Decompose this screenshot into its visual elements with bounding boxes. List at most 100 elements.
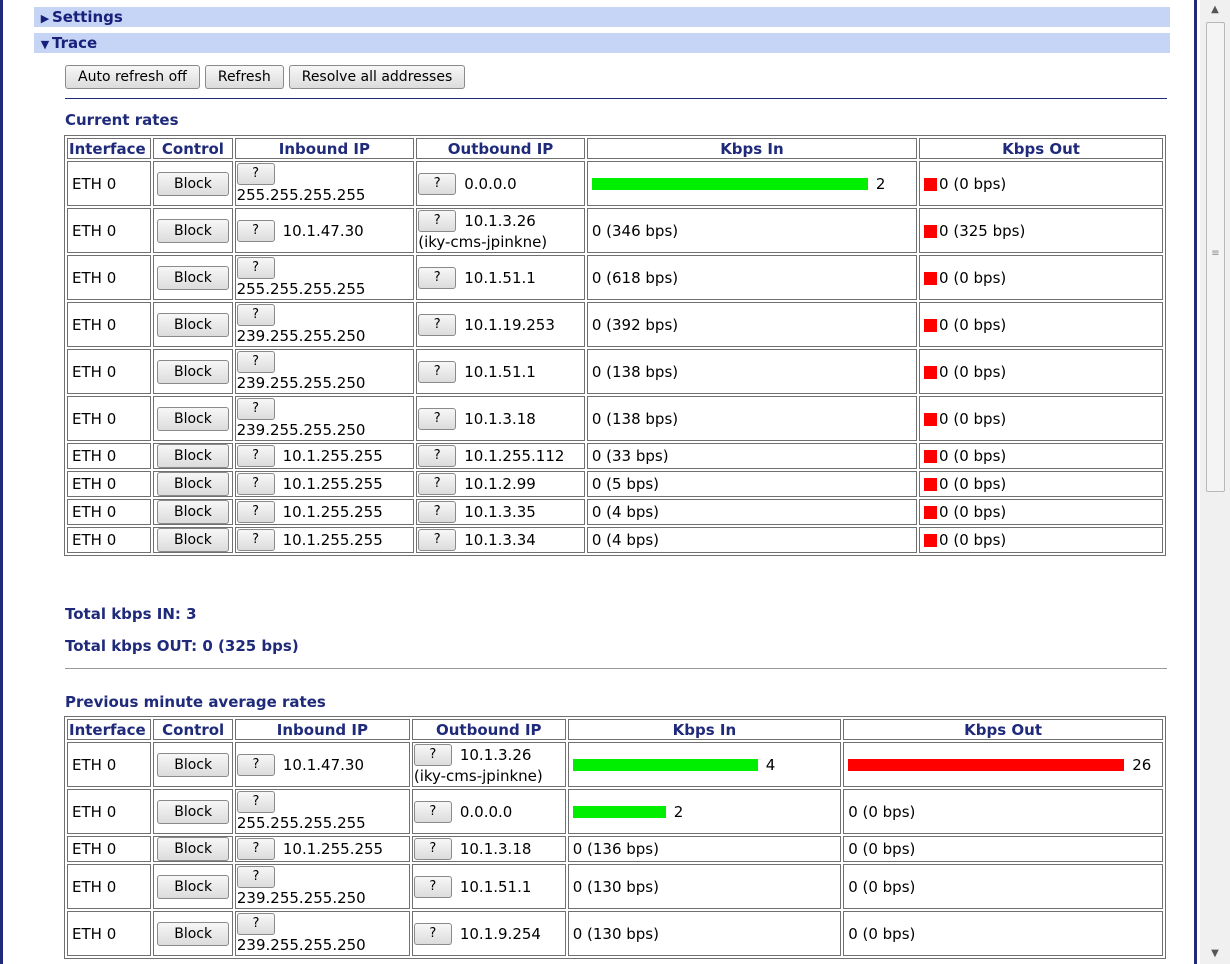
block-button[interactable]: Block (156, 265, 229, 290)
table-row: ETH 0 Block? 255.255.255.255? 0.0.0.0 2 0 (0 … (67, 161, 1163, 206)
control-cell: Block (153, 789, 233, 834)
kbps-in-cell: 0 (130 bps) (567, 864, 842, 909)
lookup-inbound-button[interactable]: ? (236, 163, 275, 185)
control-cell: Block (153, 864, 233, 909)
lookup-outbound-button[interactable]: ? (418, 210, 457, 232)
inbound-ip-cell: ? 255.255.255.255 (234, 255, 415, 300)
lookup-outbound-button[interactable]: ? (418, 445, 457, 467)
kbps-out-value: 0 (0 bps) (939, 475, 1007, 493)
lookup-inbound-button[interactable]: ? (236, 398, 275, 420)
lookup-outbound-button[interactable]: ? (413, 875, 452, 898)
block-button[interactable]: Block (156, 312, 229, 337)
lookup-inbound-button[interactable]: ? (236, 753, 275, 776)
outbound-ip-text: 10.1.9.254 (459, 924, 541, 943)
outbound-ip-text: 10.1.2.99 (464, 475, 536, 493)
block-button[interactable]: Block (156, 528, 229, 552)
lookup-inbound-button[interactable]: ? (236, 838, 275, 860)
block-button[interactable]: Block (157, 921, 230, 946)
table-header-row: Interface Control Inbound IP Outbound IP Kbp… (67, 719, 1163, 740)
kbps-out-value: 0 (0 bps) (939, 174, 1007, 193)
col-kbps-in-header: Kbps In (586, 138, 918, 159)
lookup-inbound-button[interactable]: ? (236, 473, 275, 495)
lookup-outbound-button[interactable]: ? (413, 800, 452, 823)
lookup-outbound-button[interactable]: ? (418, 313, 457, 336)
kbps-out-value: 0 (0 bps) (848, 802, 916, 821)
inbound-ip-text: 239.255.255.250 (236, 889, 366, 907)
trace-toolbar: Auto refresh off Refresh Resolve all addre… (65, 65, 470, 89)
block-button[interactable]: Block (157, 874, 230, 899)
block-button[interactable]: Block (157, 752, 230, 777)
kbps-out-cell: 0 (0 bps) (919, 161, 1163, 206)
lookup-inbound-button[interactable]: ? (236, 351, 275, 373)
block-button[interactable]: Block (156, 359, 229, 384)
inbound-ip-text: 239.255.255.250 (236, 374, 366, 392)
block-button[interactable]: Block (157, 799, 230, 824)
lookup-outbound-button[interactable]: ? (418, 172, 457, 195)
interface-cell: ETH 0 (67, 161, 152, 206)
lookup-outbound-button[interactable]: ? (418, 501, 457, 523)
vertical-scrollbar[interactable]: ▲ ≡ ▼ (1200, 0, 1230, 964)
inbound-ip-text: 255.255.255.255 (236, 814, 366, 832)
block-button[interactable]: Block (157, 837, 230, 861)
lookup-inbound-button[interactable]: ? (236, 529, 275, 551)
inbound-ip-cell: ? 239.255.255.250 (234, 864, 410, 909)
lookup-outbound-button[interactable]: ? (413, 838, 452, 860)
kbps-in-bar (591, 178, 868, 190)
outbound-ip-cell: ? 10.1.19.253 (416, 302, 585, 347)
outbound-ip-cell: ? 10.1.51.1 (416, 349, 585, 394)
col-interface-header: Interface (67, 719, 152, 740)
lookup-inbound-button[interactable]: ? (236, 866, 275, 888)
lookup-inbound-button[interactable]: ? (236, 791, 275, 813)
control-cell: Block (153, 302, 233, 347)
lookup-outbound-button[interactable]: ? (418, 407, 457, 430)
outbound-ip-text: 10.1.3.26 (464, 212, 536, 230)
auto-refresh-button[interactable]: Auto refresh off (65, 65, 200, 89)
block-button[interactable]: Block (156, 171, 229, 196)
control-cell: Block (153, 161, 233, 206)
lookup-outbound-button[interactable]: ? (418, 529, 457, 551)
outbound-ip-text: 10.1.255.112 (464, 447, 565, 465)
block-button[interactable]: Block (156, 472, 229, 496)
kbps-out-cell: 0 (0 bps) (919, 349, 1163, 394)
outbound-ip-text: 10.1.3.18 (459, 840, 532, 858)
lookup-outbound-button[interactable]: ? (418, 360, 457, 383)
control-cell: Block (153, 527, 233, 553)
lookup-inbound-button[interactable]: ? (236, 913, 275, 935)
resolve-all-button[interactable]: Resolve all addresses (288, 65, 466, 89)
block-button[interactable]: Block (156, 406, 229, 431)
kbps-out-bar (848, 759, 1125, 771)
outbound-ip-cell: ? 10.1.3.26 (iky-cms-jpinkne) (411, 742, 566, 787)
kbps-in-value: 0 (130 bps) (572, 877, 659, 896)
lookup-inbound-button[interactable]: ? (236, 219, 275, 242)
inbound-ip-text: 10.1.47.30 (282, 221, 364, 240)
lookup-inbound-button[interactable]: ? (236, 304, 275, 326)
block-button[interactable]: Block (156, 500, 229, 524)
table-row: ETH 0 Block? 255.255.255.255? 0.0.0.0 2 0 (0 … (67, 789, 1163, 834)
lookup-outbound-button[interactable]: ? (413, 922, 452, 945)
kbps-out-cell: 0 (0 bps) (843, 864, 1163, 909)
lookup-inbound-button[interactable]: ? (236, 257, 275, 279)
inbound-ip-cell: ? 239.255.255.250 (234, 911, 410, 956)
refresh-button[interactable]: Refresh (204, 65, 284, 89)
lookup-outbound-button[interactable]: ? (418, 473, 457, 495)
lookup-outbound-button[interactable]: ? (418, 266, 457, 289)
kbps-in-value: 0 (618 bps) (591, 268, 679, 287)
block-button[interactable]: Block (156, 444, 229, 468)
block-button[interactable]: Block (156, 218, 229, 243)
inbound-ip-cell: ? 10.1.255.255 (234, 471, 415, 497)
lookup-outbound-button[interactable]: ? (413, 744, 452, 766)
outbound-ip-cell: ? 10.1.2.99 (416, 471, 585, 497)
lookup-inbound-button[interactable]: ? (236, 501, 275, 523)
interface-cell: ETH 0 (67, 499, 152, 525)
control-cell: Block (153, 396, 233, 441)
settings-section-header[interactable]: ▶ Settings (34, 7, 1170, 27)
table-row: ETH 0 Block? 239.255.255.250? 10.1.9.254 0 (… (67, 911, 1163, 956)
scroll-up-arrow-icon[interactable]: ▲ (1200, 0, 1230, 20)
trace-section-header[interactable]: ▼ Trace (34, 33, 1170, 53)
lookup-inbound-button[interactable]: ? (236, 445, 275, 467)
scroll-down-arrow-icon[interactable]: ▼ (1200, 944, 1230, 964)
inbound-ip-text: 239.255.255.250 (236, 421, 366, 439)
scrollbar-thumb[interactable]: ≡ (1206, 22, 1225, 492)
kbps-out-cell: 0 (0 bps) (919, 302, 1163, 347)
table-row: ETH 0 Block? 10.1.255.255? 10.1.3.18 0 (136 … (67, 836, 1163, 862)
